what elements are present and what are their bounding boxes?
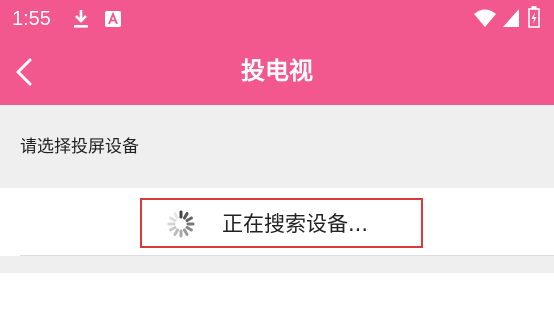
signal-icon <box>503 9 519 27</box>
section-separator <box>0 256 554 273</box>
a-letter-notification-icon <box>105 11 121 27</box>
status-bar: 1:55 <box>0 0 554 38</box>
searching-status-text: 正在搜索设备... <box>222 212 369 236</box>
prompt-label: 请选择投屏设备 <box>20 137 139 157</box>
status-time: 1:55 <box>12 8 51 30</box>
download-icon <box>74 10 88 28</box>
device-list: 正在搜索设备... <box>0 188 554 252</box>
battery-charging-icon <box>528 6 540 28</box>
searching-indicator: 正在搜索设备... <box>140 198 423 248</box>
app-bar: 投电视 <box>0 38 554 105</box>
page-title: 投电视 <box>241 57 313 85</box>
wifi-icon <box>474 9 496 27</box>
prompt-section: 请选择投屏设备 <box>0 105 554 188</box>
loading-spinner-icon <box>167 210 195 238</box>
